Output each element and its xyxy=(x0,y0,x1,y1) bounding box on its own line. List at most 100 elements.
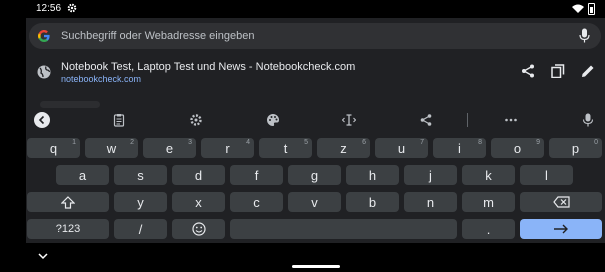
key-slash[interactable]: / xyxy=(114,219,167,239)
key-label: j xyxy=(429,167,432,183)
key-label: h xyxy=(368,167,377,183)
symbols-key[interactable]: ?123 xyxy=(27,219,109,239)
key-q[interactable]: q1 xyxy=(27,138,80,158)
key-label: a xyxy=(78,167,87,183)
home-gesture-handle[interactable] xyxy=(292,265,340,268)
share-icon[interactable] xyxy=(521,64,535,78)
suggestion-peek-text xyxy=(40,101,100,108)
voice-search-mic-icon[interactable] xyxy=(579,28,590,43)
key-t[interactable]: t5 xyxy=(259,138,312,158)
key-label: . xyxy=(486,221,491,237)
mic-icon[interactable] xyxy=(581,113,595,127)
key-g[interactable]: g xyxy=(288,165,341,185)
settings-icon[interactable] xyxy=(189,113,203,127)
status-clock: 12:56 xyxy=(36,3,62,14)
text-cursor-icon[interactable] xyxy=(342,113,356,127)
wifi-icon xyxy=(572,4,584,13)
shift-icon xyxy=(61,195,75,209)
key-hint: 2 xyxy=(130,139,134,146)
status-bar xyxy=(0,0,605,18)
key-b[interactable]: b xyxy=(346,192,399,212)
key-s[interactable]: s xyxy=(114,165,167,185)
key-label: l xyxy=(545,167,548,183)
key-label: z xyxy=(340,140,347,156)
backspace-key[interactable] xyxy=(520,192,602,212)
key-label: g xyxy=(310,167,319,183)
share-icon[interactable] xyxy=(419,113,433,127)
key-label: m xyxy=(483,194,494,210)
key-w[interactable]: w2 xyxy=(85,138,138,158)
key-label: q xyxy=(49,140,58,156)
palette-icon[interactable] xyxy=(266,113,280,127)
key-label: t xyxy=(283,140,288,156)
emoji-icon xyxy=(191,222,206,236)
key-label: d xyxy=(194,167,203,183)
key-u[interactable]: u7 xyxy=(375,138,428,158)
key-hint: 4 xyxy=(246,139,250,146)
key-hint: 7 xyxy=(420,139,424,146)
key-label: y xyxy=(137,194,144,210)
key-c[interactable]: c xyxy=(230,192,283,212)
key-a[interactable]: a xyxy=(56,165,109,185)
key-label: u xyxy=(397,140,406,156)
suggestion-title: Notebook Test, Laptop Test und News - No… xyxy=(61,61,356,73)
key-p[interactable]: p0 xyxy=(549,138,602,158)
more-icon[interactable] xyxy=(504,113,518,127)
key-n[interactable]: n xyxy=(404,192,457,212)
shift-key[interactable] xyxy=(27,192,109,212)
enter-key[interactable] xyxy=(520,219,602,239)
key-v[interactable]: v xyxy=(288,192,341,212)
key-hint: 0 xyxy=(594,139,598,146)
key-label: i xyxy=(458,140,461,156)
key-label: / xyxy=(138,221,143,237)
key-period[interactable]: . xyxy=(462,219,515,239)
key-label: o xyxy=(513,140,522,156)
key-y[interactable]: y xyxy=(114,192,167,212)
key-label: f xyxy=(254,167,259,183)
key-f[interactable]: f xyxy=(230,165,283,185)
key-x[interactable]: x xyxy=(172,192,225,212)
chevron-left-icon[interactable] xyxy=(34,112,50,128)
battery-icon xyxy=(588,3,595,15)
search-input[interactable]: Suchbegriff oder Webadresse eingeben xyxy=(61,30,254,42)
settings-status-icon xyxy=(67,3,77,13)
chevron-down-icon[interactable] xyxy=(37,252,49,260)
key-i[interactable]: i8 xyxy=(433,138,486,158)
key-m[interactable]: m xyxy=(462,192,515,212)
key-hint: 3 xyxy=(188,139,192,146)
space-key[interactable] xyxy=(230,219,457,239)
key-label: r xyxy=(225,140,230,156)
key-label: p xyxy=(571,140,580,156)
toolbar-divider xyxy=(467,113,468,127)
key-d[interactable]: d xyxy=(172,165,225,185)
key-l[interactable]: l xyxy=(520,165,573,185)
key-h[interactable]: h xyxy=(346,165,399,185)
symbols-key-label: ?123 xyxy=(55,223,81,235)
google-logo-icon xyxy=(38,30,50,42)
key-label: s xyxy=(137,167,144,183)
key-e[interactable]: e3 xyxy=(143,138,196,158)
key-label: b xyxy=(368,194,377,210)
key-j[interactable]: j xyxy=(404,165,457,185)
emoji-key[interactable] xyxy=(172,219,225,239)
key-label: v xyxy=(311,194,318,210)
arrow-right-icon xyxy=(554,224,568,234)
key-hint: 9 xyxy=(536,139,540,146)
key-label: c xyxy=(253,194,260,210)
key-hint: 5 xyxy=(304,139,308,146)
key-r[interactable]: r4 xyxy=(201,138,254,158)
key-hint: 6 xyxy=(362,139,366,146)
clipboard-icon[interactable] xyxy=(112,113,126,127)
key-k[interactable]: k xyxy=(462,165,515,185)
key-z[interactable]: z6 xyxy=(317,138,370,158)
key-label: e xyxy=(165,140,174,156)
suggestion-row[interactable] xyxy=(26,54,605,92)
key-o[interactable]: o9 xyxy=(491,138,544,158)
key-label: x xyxy=(195,194,202,210)
key-hint: 8 xyxy=(478,139,482,146)
edit-pencil-icon[interactable] xyxy=(581,64,595,78)
key-hint: 1 xyxy=(72,139,76,146)
globe-icon xyxy=(37,65,51,79)
copy-icon[interactable] xyxy=(551,64,565,78)
key-label: k xyxy=(485,167,492,183)
